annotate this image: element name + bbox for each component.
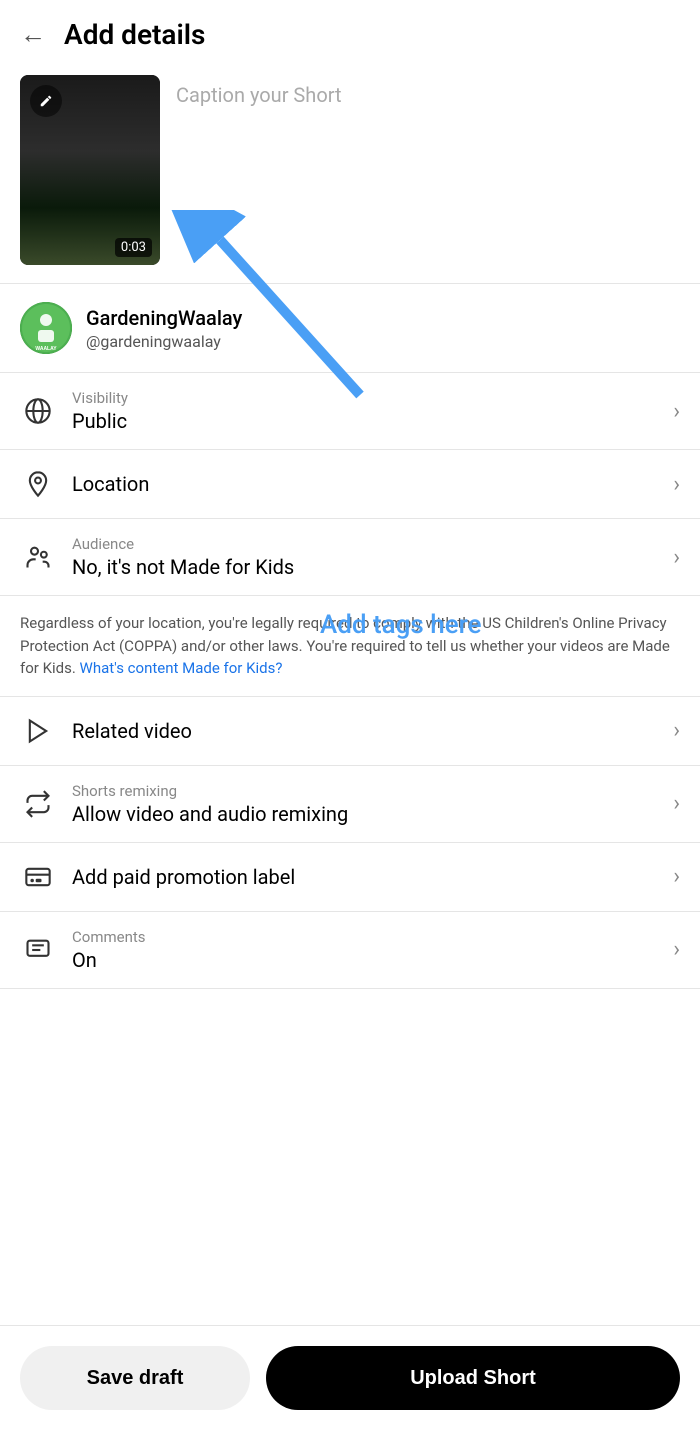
caption-placeholder: Caption your Short — [176, 83, 342, 107]
shorts-remixing-chevron: › — [673, 791, 680, 816]
location-row[interactable]: Location › — [0, 450, 700, 519]
visibility-row[interactable]: Visibility Public › — [0, 373, 700, 450]
remix-icon — [20, 786, 56, 822]
paid-promotion-chevron: › — [673, 864, 680, 889]
header: ← Add details — [0, 0, 700, 65]
location-icon — [20, 466, 56, 502]
globe-icon — [20, 393, 56, 429]
caption-area: 0:03 Caption your Short — [0, 65, 700, 284]
audience-content: Audience No, it's not Made for Kids — [72, 535, 657, 579]
coppa-link[interactable]: What's content Made for Kids? — [80, 659, 283, 677]
visibility-chevron: › — [673, 399, 680, 424]
page-title: Add details — [64, 18, 205, 51]
account-handle: @gardeningwaalay — [86, 332, 242, 351]
audience-label: No, it's not Made for Kids — [72, 555, 657, 579]
visibility-label: Public — [72, 409, 657, 433]
paid-promotion-row[interactable]: Add paid promotion label › — [0, 843, 700, 912]
related-video-content: Related video — [72, 719, 657, 743]
location-content: Location — [72, 472, 657, 496]
audience-sublabel: Audience — [72, 535, 657, 553]
related-video-label: Related video — [72, 719, 657, 743]
upload-short-button[interactable]: Upload Short — [266, 1346, 680, 1410]
related-video-chevron: › — [673, 718, 680, 743]
video-thumbnail[interactable]: 0:03 — [20, 75, 160, 265]
edit-icon[interactable] — [30, 85, 62, 117]
comments-label: On — [72, 948, 657, 972]
comments-icon — [20, 932, 56, 968]
paid-promotion-icon — [20, 859, 56, 895]
visibility-sublabel: Visibility — [72, 389, 657, 407]
comments-chevron: › — [673, 937, 680, 962]
shorts-remixing-sublabel: Shorts remixing — [72, 782, 657, 800]
comments-sublabel: Comments — [72, 928, 657, 946]
shorts-remixing-row[interactable]: Shorts remixing Allow video and audio re… — [0, 766, 700, 843]
play-icon — [20, 713, 56, 749]
location-label: Location — [72, 472, 657, 496]
account-info: GardeningWaalay @gardeningwaalay — [86, 306, 242, 351]
caption-input[interactable]: Caption your Short — [176, 75, 680, 107]
visibility-content: Visibility Public — [72, 389, 657, 433]
coppa-notice: Regardless of your location, you're lega… — [0, 596, 700, 697]
video-duration: 0:03 — [115, 238, 152, 257]
paid-promotion-content: Add paid promotion label — [72, 865, 657, 889]
svg-text:WAALAY: WAALAY — [35, 346, 57, 352]
avatar: WAALAY — [20, 302, 72, 354]
related-video-row[interactable]: Related video › — [0, 697, 700, 766]
paid-promotion-label: Add paid promotion label — [72, 865, 657, 889]
account-name: GardeningWaalay — [86, 306, 242, 330]
save-draft-button[interactable]: Save draft — [20, 1346, 250, 1410]
comments-content: Comments On — [72, 928, 657, 972]
comments-row[interactable]: Comments On › — [0, 912, 700, 989]
back-button[interactable]: ← — [20, 19, 46, 50]
location-chevron: › — [673, 472, 680, 497]
audience-row[interactable]: Audience No, it's not Made for Kids › — [0, 519, 700, 596]
bottom-bar: Save draft Upload Short — [0, 1325, 700, 1438]
shorts-remixing-label: Allow video and audio remixing — [72, 802, 657, 826]
audience-icon — [20, 539, 56, 575]
shorts-remixing-content: Shorts remixing Allow video and audio re… — [72, 782, 657, 826]
account-row[interactable]: WAALAY GardeningWaalay @gardeningwaalay — [0, 284, 700, 373]
audience-chevron: › — [673, 545, 680, 570]
